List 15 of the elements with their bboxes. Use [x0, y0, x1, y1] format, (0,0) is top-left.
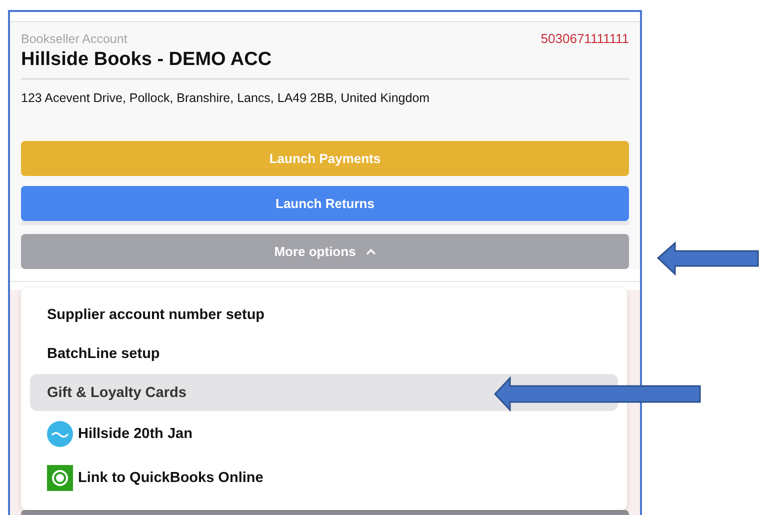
account-name: Hillside Books - DEMO ACC — [21, 49, 629, 80]
caret-icon — [366, 248, 376, 255]
accounting-logo-icon — [47, 465, 73, 491]
menu-item-label: Link to QuickBooks Online — [78, 470, 264, 486]
account-number: 5030671111111 — [540, 31, 629, 46]
menu-item-label: Hillside 20th Jan — [78, 426, 192, 442]
account-label: Bookseller Account — [21, 32, 128, 46]
account-address: 123 Acevent Drive, Pollock, Branshire, Lancs, LA49 2BB, United Kingdom — [21, 91, 431, 105]
menu-item[interactable]: BatchLine setup — [30, 335, 618, 372]
launch-returns-button[interactable]: Launch Returns — [21, 186, 629, 221]
menu-item[interactable]: Gift & Loyalty Cards — [30, 374, 618, 411]
cloud-logo-icon — [47, 421, 73, 447]
menu-item[interactable]: Hillside 20th Jan — [30, 413, 618, 455]
menu-item[interactable]: Link to QuickBooks Online — [30, 457, 618, 499]
menu-item[interactable]: Supplier account number setup — [30, 296, 618, 333]
